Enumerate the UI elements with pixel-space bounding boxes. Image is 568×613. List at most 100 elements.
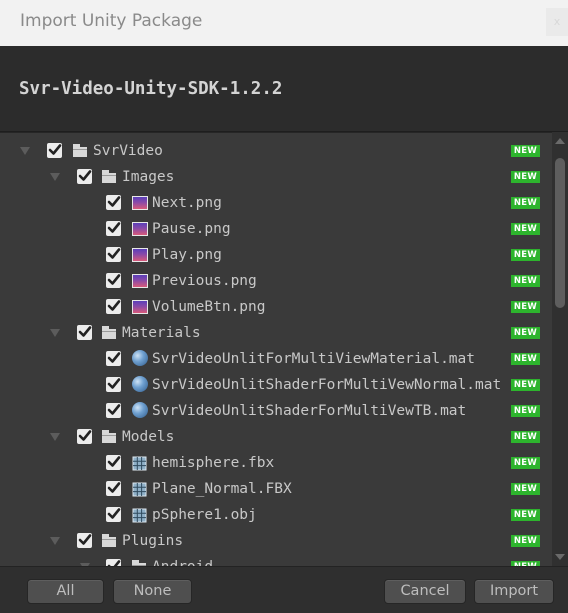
tree-file-row[interactable]: SvrVideoUnlitShaderForMultiVewTB.mat NEW [0, 399, 552, 425]
include-checkbox[interactable] [106, 377, 121, 392]
include-checkbox[interactable] [106, 221, 121, 236]
import-button[interactable]: Import [474, 579, 554, 604]
new-badge: NEW [511, 457, 540, 469]
new-badge: NEW [511, 483, 540, 495]
tree-file-row[interactable]: Plane_Normal.FBX NEW [0, 477, 552, 503]
tree-item-label: Plane_Normal.FBX [152, 481, 292, 497]
checkmark-icon [78, 534, 92, 545]
tree-file-row[interactable]: SvrVideoUnlitForMultiViewMaterial.mat NEW [0, 347, 552, 373]
select-all-button[interactable]: All [27, 579, 104, 604]
new-badge: NEW [511, 327, 540, 339]
tree-folder-row[interactable]: Plugins NEW [0, 529, 552, 555]
tree-item-label: Play.png [152, 247, 222, 263]
include-checkbox[interactable] [106, 273, 121, 288]
tree-item-label: Previous.png [152, 273, 257, 289]
mesh-icon [132, 482, 148, 497]
checkmark-icon [107, 456, 121, 467]
scroll-up-arrow-icon[interactable] [555, 138, 565, 144]
expand-arrow-icon[interactable] [50, 329, 60, 337]
checkmark-icon [107, 222, 121, 233]
tree-folder-row[interactable]: Models NEW [0, 425, 552, 451]
checkmark-icon [107, 300, 121, 311]
tree-file-row[interactable]: hemisphere.fbx NEW [0, 451, 552, 477]
tree-file-row[interactable]: Next.png NEW [0, 191, 552, 217]
expand-arrow-icon[interactable] [50, 537, 60, 545]
tree-scrollbar[interactable] [552, 132, 568, 566]
footer-bar: All None Cancel Import [0, 566, 568, 613]
tree-item-label: SvrVideoUnlitShaderForMultiVewTB.mat [152, 403, 467, 419]
close-button[interactable]: x [546, 8, 568, 36]
checkmark-icon [107, 274, 121, 285]
scroll-down-arrow-icon[interactable] [555, 554, 565, 560]
tree-file-row[interactable]: SvrVideoUnlitShaderForMultiVewNormal.mat… [0, 373, 552, 399]
include-checkbox[interactable] [77, 325, 92, 340]
include-checkbox[interactable] [106, 455, 121, 470]
checkmark-icon [78, 326, 92, 337]
tree-item-label: Next.png [152, 195, 222, 211]
package-name: Svr-Video-Unity-SDK-1.2.2 [19, 79, 283, 99]
folder-icon [102, 430, 118, 444]
checkmark-icon [78, 430, 92, 441]
folder-icon [73, 144, 89, 158]
expand-arrow-icon[interactable] [50, 433, 60, 441]
checkmark-icon [48, 144, 62, 155]
tree-file-row[interactable]: Previous.png NEW [0, 269, 552, 295]
material-sphere-icon [132, 350, 148, 366]
image-icon [132, 196, 148, 210]
include-checkbox[interactable] [77, 429, 92, 444]
tree-folder-row[interactable]: SvrVideo NEW [0, 139, 552, 165]
include-checkbox[interactable] [106, 247, 121, 262]
tree-file-row[interactable]: pSphere1.obj NEW [0, 503, 552, 529]
tree-item-label: VolumeBtn.png [152, 299, 266, 315]
checkmark-icon [107, 482, 121, 493]
new-badge: NEW [511, 249, 540, 261]
material-sphere-icon [132, 402, 148, 418]
folder-icon [102, 326, 118, 340]
new-badge: NEW [511, 223, 540, 235]
checkmark-icon [78, 170, 92, 181]
include-checkbox[interactable] [106, 299, 121, 314]
material-sphere-icon [132, 376, 148, 392]
tree-folder-row[interactable]: Materials NEW [0, 321, 552, 347]
tree-file-row[interactable]: Play.png NEW [0, 243, 552, 269]
include-checkbox[interactable] [106, 403, 121, 418]
new-badge: NEW [511, 301, 540, 313]
folder-icon [102, 534, 118, 548]
tree-item-label: pSphere1.obj [152, 507, 257, 523]
tree-item-label: Pause.png [152, 221, 231, 237]
tree-folder-row[interactable]: Images NEW [0, 165, 552, 191]
checkmark-icon [107, 352, 121, 363]
window-titlebar: Import Unity Package x [0, 0, 568, 46]
select-none-button[interactable]: None [113, 579, 192, 604]
tree-item-label: Images [122, 169, 175, 185]
checkmark-icon [107, 560, 121, 566]
expand-arrow-icon[interactable] [50, 173, 60, 181]
include-checkbox[interactable] [106, 507, 121, 522]
tree-item-label: Models [122, 429, 175, 445]
checkmark-icon [107, 378, 121, 389]
tree-file-row[interactable]: VolumeBtn.png NEW [0, 295, 552, 321]
include-checkbox[interactable] [106, 195, 121, 210]
package-tree: SvrVideo NEW Images NEW Next.png NEW Pause.png… [0, 132, 568, 566]
mesh-icon [132, 508, 148, 523]
tree-item-label: SvrVideo [93, 143, 163, 159]
tree-folder-row[interactable]: AndroidNEW [0, 555, 552, 566]
tree-item-label: SvrVideoUnlitForMultiViewMaterial.mat [152, 351, 476, 367]
new-badge: NEW [511, 145, 540, 157]
include-checkbox[interactable] [106, 351, 121, 366]
include-checkbox[interactable] [106, 559, 121, 566]
include-checkbox[interactable] [47, 143, 62, 158]
scroll-thumb[interactable] [555, 158, 565, 308]
new-badge: NEW [511, 171, 540, 183]
tree-file-row[interactable]: Pause.png NEW [0, 217, 552, 243]
include-checkbox[interactable] [77, 533, 92, 548]
expand-arrow-icon[interactable] [20, 147, 30, 155]
image-icon [132, 300, 148, 314]
window-title: Import Unity Package [20, 11, 203, 31]
new-badge: NEW [511, 405, 540, 417]
new-badge: NEW [511, 379, 540, 391]
tree-item-label: hemisphere.fbx [152, 455, 275, 471]
include-checkbox[interactable] [106, 481, 121, 496]
include-checkbox[interactable] [77, 169, 92, 184]
cancel-button[interactable]: Cancel [384, 579, 466, 604]
